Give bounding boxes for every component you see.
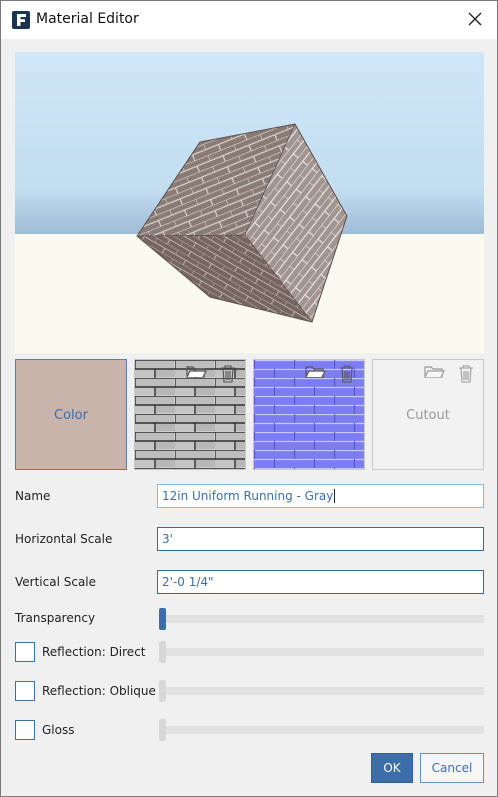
reflection-oblique-checkbox[interactable] — [15, 681, 35, 701]
reflection-direct-label: Reflection: Direct — [42, 645, 146, 659]
close-icon[interactable] — [463, 9, 487, 31]
cutout-map-label: Cutout — [406, 408, 450, 423]
color-map-tile[interactable]: Color — [15, 359, 127, 470]
color-map-label: Color — [54, 408, 88, 423]
transparency-slider-thumb[interactable] — [159, 608, 166, 630]
window-title: Material Editor — [36, 11, 139, 27]
ok-button[interactable]: OK — [371, 753, 413, 783]
reflection-direct-slider-thumb — [159, 641, 166, 663]
folder-open-icon[interactable] — [304, 364, 326, 380]
material-editor-window: Material Editor Color Cutout Name 12in U… — [0, 0, 498, 797]
transparency-slider[interactable] — [159, 608, 484, 630]
folder-open-icon[interactable] — [423, 364, 445, 380]
cutout-map-tile[interactable]: Cutout — [372, 359, 484, 470]
trash-icon[interactable] — [219, 364, 237, 384]
reflection-oblique-slider — [159, 680, 484, 702]
gloss-slider — [159, 719, 484, 741]
text-caret — [334, 489, 336, 503]
name-input-value: 12in Uniform Running - Gray — [162, 489, 334, 503]
reflection-direct-checkbox[interactable] — [15, 642, 35, 662]
reflection-oblique-label: Reflection: Oblique — [42, 684, 156, 698]
texture-map-tile[interactable] — [134, 359, 246, 470]
gloss-slider-thumb — [159, 719, 166, 741]
folder-open-icon[interactable] — [185, 364, 207, 380]
cancel-button[interactable]: Cancel — [420, 753, 484, 783]
trash-icon[interactable] — [338, 364, 356, 384]
vertical-scale-label: Vertical Scale — [15, 575, 97, 589]
gloss-label: Gloss — [42, 723, 75, 737]
normal-map-tile[interactable] — [253, 359, 365, 470]
material-preview-viewport[interactable] — [15, 52, 484, 353]
gloss-checkbox[interactable] — [15, 720, 35, 740]
transparency-label: Transparency — [15, 611, 96, 625]
vertical-scale-input[interactable]: 2'-0 1/4" — [157, 570, 484, 594]
horizontal-scale-value: 3' — [162, 532, 173, 546]
reflection-direct-slider — [159, 641, 484, 663]
name-input[interactable]: 12in Uniform Running - Gray — [157, 484, 484, 508]
reflection-oblique-slider-thumb — [159, 680, 166, 702]
horizontal-scale-input[interactable]: 3' — [157, 527, 484, 551]
horizontal-scale-label: Horizontal Scale — [15, 532, 113, 546]
name-label: Name — [15, 489, 51, 503]
trash-icon[interactable] — [457, 364, 475, 384]
vertical-scale-value: 2'-0 1/4" — [162, 575, 214, 589]
formit-f-icon — [12, 11, 30, 29]
title-bar: Material Editor — [1, 1, 497, 39]
